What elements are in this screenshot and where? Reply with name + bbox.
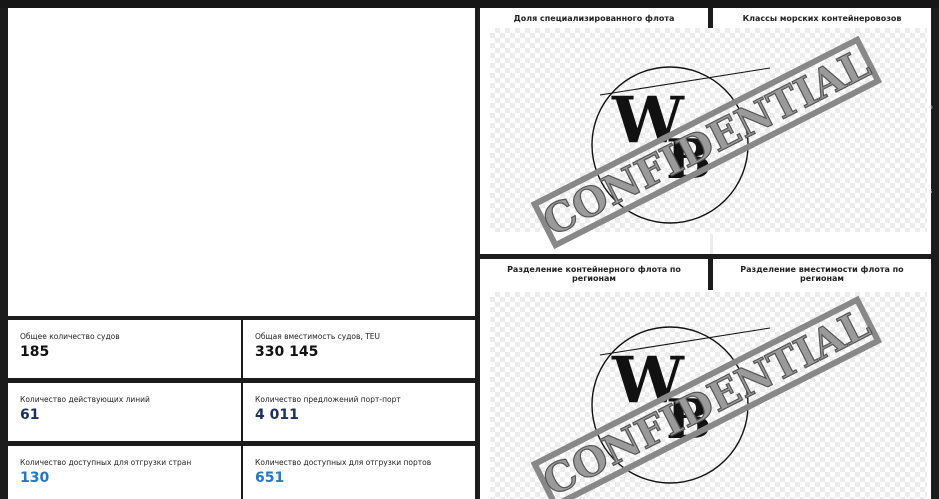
confidential-watermark: W B CONFIDENTIAL W B CONFIDENTIAL: [530, 35, 883, 499]
watermark-stamp: CONFIDENTIAL: [530, 35, 883, 250]
watermark-stamp-text: CONFIDENTIAL: [536, 40, 878, 245]
watermark-stamp-text: CONFIDENTIAL: [536, 300, 878, 499]
watermark-bottom: W B CONFIDENTIAL: [530, 295, 883, 499]
watermark-top: W B CONFIDENTIAL: [530, 35, 883, 250]
watermark-stamp: CONFIDENTIAL: [530, 295, 883, 499]
